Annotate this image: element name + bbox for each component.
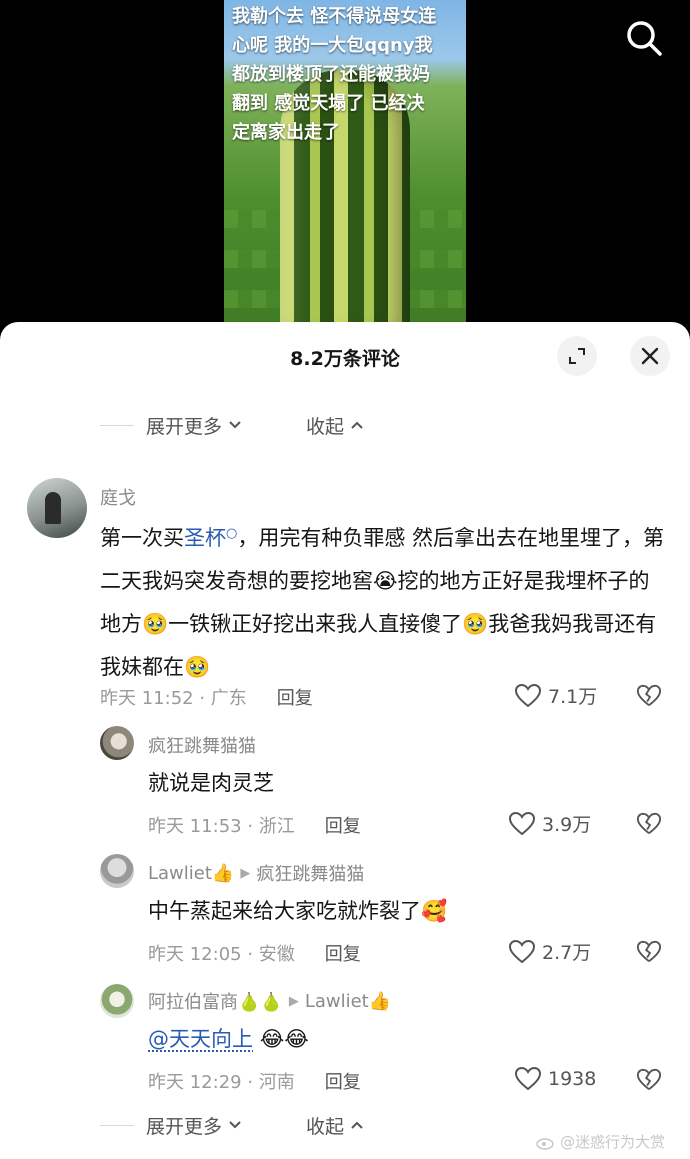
like-button[interactable]: 1938	[514, 1066, 596, 1092]
divider	[100, 425, 134, 426]
comment-text: 第一次买圣杯○，用完有种负罪感 然后拿出去在地里埋了，第二天我妈突发奇想的要挖地…	[100, 512, 670, 689]
like-button[interactable]: 2.7万	[508, 938, 591, 965]
heart-icon	[514, 683, 542, 707]
fullscreen-button[interactable]	[557, 336, 597, 376]
like-count: 3.9万	[542, 814, 592, 836]
heart-icon	[508, 939, 536, 963]
divider	[100, 1125, 134, 1126]
like-button[interactable]: 3.9万	[508, 810, 591, 837]
collapse-button[interactable]: 收起	[306, 412, 364, 439]
broken-heart-icon[interactable]	[636, 939, 662, 965]
collapse-label: 收起	[306, 415, 345, 438]
chevron-up-icon	[351, 1121, 363, 1129]
reply-meta: 昨天 12:05 · 安徽 回复	[148, 940, 361, 966]
reply-text: @天天向上 😂😂	[148, 1018, 309, 1061]
expand-more-label: 展开更多	[146, 1115, 223, 1138]
time-location: 昨天 12:29 · 河南	[148, 1072, 295, 1093]
reply-text: 中午蒸起来给大家吃就炸裂了🥰	[148, 899, 448, 923]
comment-meta: 昨天 11:52 · 广东 回复	[100, 684, 313, 710]
reply-meta: 昨天 12:29 · 河南 回复	[148, 1068, 361, 1094]
time-location: 昨天 12:05 · 安徽	[148, 944, 295, 965]
search-icon	[627, 21, 662, 56]
like-count: 2.7万	[542, 942, 592, 964]
avatar[interactable]	[100, 854, 134, 888]
collapse-button[interactable]: 收起	[306, 1112, 364, 1139]
comment-sheet: 8.2万条评论 展开更多 收起 庭戈 第一次买圣杯○，用完有种负罪感 然后拿出去…	[0, 322, 690, 1159]
play-arrow-icon: ▶	[288, 993, 299, 1009]
video-caption: 我勒个去 怪不得说母女连心呢 我的一大包qqny我都放到楼顶了还能被我妈翻到 感…	[232, 6, 437, 143]
time-location: 昨天 11:53 · 浙江	[148, 816, 295, 837]
reply-button[interactable]: 回复	[277, 684, 313, 710]
reply-header: Lawliet👍 ▶ 疯狂跳舞猫猫	[148, 860, 364, 886]
reply-text: 就说是肉灵芝	[148, 771, 274, 795]
expand-more-button[interactable]: 展开更多	[146, 412, 242, 439]
search-link[interactable]: 圣杯	[184, 526, 226, 550]
search-small-icon: ○	[226, 526, 238, 541]
search-button[interactable]	[622, 16, 666, 60]
like-count: 1938	[548, 1068, 597, 1090]
sheet-header: 8.2万条评论	[0, 322, 690, 390]
broken-heart-icon[interactable]	[636, 811, 662, 837]
weibo-icon	[536, 1137, 554, 1150]
broken-heart-icon[interactable]	[636, 683, 662, 709]
watermark-text: @迷惑行为大赏	[560, 1133, 666, 1151]
reply-meta: 昨天 11:53 · 浙江 回复	[148, 812, 361, 838]
comment-text-part: 第一次买	[100, 526, 184, 550]
expand-row-top: 展开更多 收起	[0, 410, 690, 440]
reply-button[interactable]: 回复	[325, 1068, 361, 1094]
expand-more-label: 展开更多	[146, 415, 223, 438]
heart-icon	[508, 811, 536, 835]
mention-link[interactable]: @天天向上	[148, 1027, 253, 1051]
chevron-up-icon	[351, 421, 363, 429]
reply-to-username[interactable]: 疯狂跳舞猫猫	[256, 860, 364, 886]
chevron-down-icon	[229, 1121, 241, 1129]
reply-username[interactable]: 疯狂跳舞猫猫	[148, 732, 256, 758]
collapse-label: 收起	[306, 1115, 345, 1138]
reply-header: 阿拉伯富商🍐🍐 ▶ Lawliet👍	[148, 988, 391, 1014]
watermark: @迷惑行为大赏	[536, 1131, 665, 1152]
expand-icon	[569, 348, 585, 364]
avatar[interactable]	[27, 478, 87, 538]
heart-icon	[514, 1066, 542, 1091]
close-icon	[641, 347, 659, 365]
avatar[interactable]	[100, 726, 134, 760]
reply-username[interactable]: 阿拉伯富商🍐🍐	[148, 988, 283, 1014]
reply-button[interactable]: 回复	[325, 940, 361, 966]
reply-button[interactable]: 回复	[325, 812, 361, 838]
chevron-down-icon	[229, 421, 241, 429]
broken-heart-icon[interactable]	[636, 1067, 662, 1093]
reply-emoji: 😂😂	[259, 1027, 309, 1051]
avatar[interactable]	[100, 984, 134, 1018]
play-arrow-icon: ▶	[240, 865, 251, 881]
like-count: 7.1万	[548, 686, 598, 708]
video-player[interactable]: 我勒个去 怪不得说母女连心呢 我的一大包qqny我都放到楼顶了还能被我妈翻到 感…	[0, 0, 690, 330]
reply-to-username[interactable]: Lawliet👍	[305, 991, 391, 1012]
close-button[interactable]	[630, 336, 670, 376]
time-location: 昨天 11:52 · 广东	[100, 688, 247, 709]
expand-more-button[interactable]: 展开更多	[146, 1112, 242, 1139]
comment-username[interactable]: 庭戈	[100, 484, 136, 510]
like-button[interactable]: 7.1万	[514, 682, 597, 709]
reply-username[interactable]: Lawliet👍	[148, 863, 234, 884]
